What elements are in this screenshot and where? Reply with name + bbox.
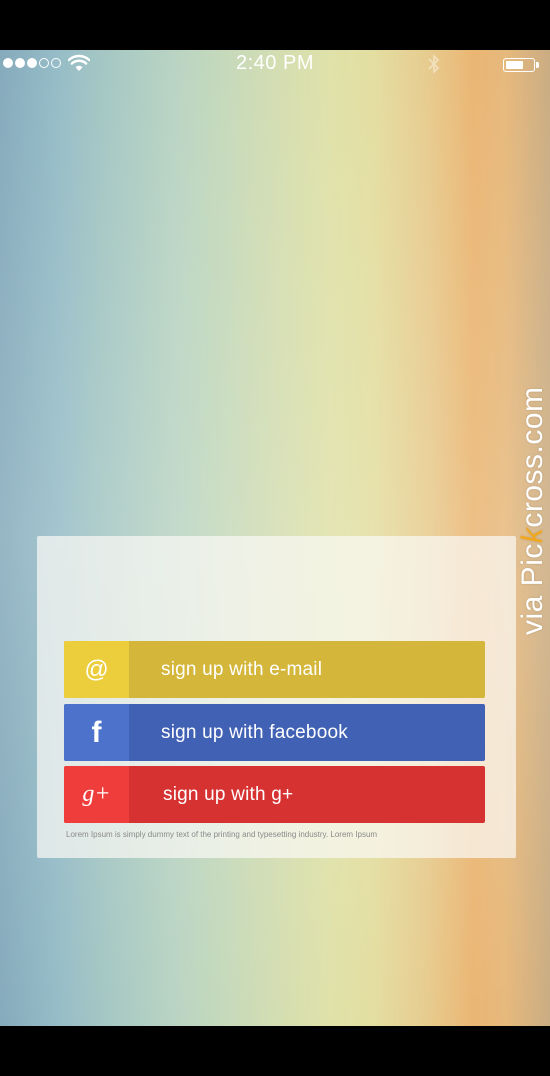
email-signup-label: sign up with e-mail [161,658,323,680]
watermark: via Pickcross.com [516,330,550,650]
status-bar: 2:40 PM [0,50,550,78]
facebook-icon: f [64,704,129,761]
bluetooth-icon [428,54,440,74]
watermark-highlight: k [516,527,549,544]
gplus-signup-button[interactable]: g+ sign up with g+ [64,766,485,823]
battery-icon [503,58,539,72]
facebook-signup-button[interactable]: f sign up with facebook [64,704,485,761]
bottom-letterbox [0,1026,550,1076]
status-time: 2:40 PM [236,52,314,74]
battery-fill [506,61,523,69]
facebook-signup-label: sign up with facebook [161,721,348,743]
phone-screen: 2:40 PM via Pickcross.com @ sign up with… [0,50,550,1026]
email-at-icon: @ [64,641,129,698]
gplus-signup-label: sign up with g+ [163,783,294,805]
watermark-suffix: cross.com [516,386,549,528]
email-signup-button[interactable]: @ sign up with e-mail [64,641,485,698]
top-letterbox [0,0,550,50]
watermark-prefix: via Pic [516,543,549,635]
signup-card: @ sign up with e-mail f sign up with fac… [37,536,516,858]
watermark-text: via Pickcross.com [516,325,550,635]
disclaimer-text: Lorem Ipsum is simply dummy text of the … [66,830,378,839]
battery-nub [536,62,539,68]
google-plus-icon: g+ [64,766,129,823]
